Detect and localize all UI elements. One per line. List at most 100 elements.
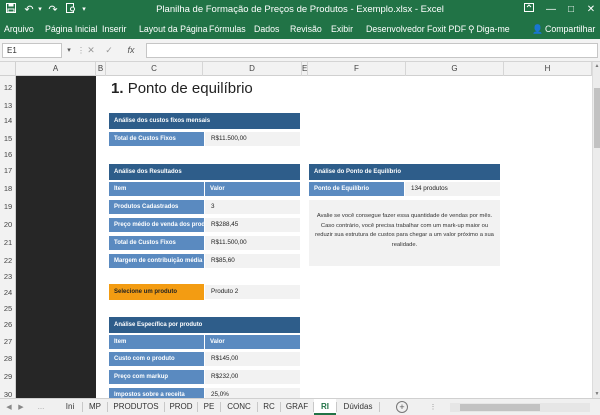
row-header-18[interactable]: 18 [0,180,15,198]
results-row-value[interactable]: R$85,60 [205,254,300,268]
product-select[interactable]: Produto 2 [205,285,300,299]
scroll-up-icon[interactable]: ▲ [593,62,600,70]
sheet-tab-conc[interactable]: CONC [221,399,257,415]
sheet-grid[interactable]: 1. Ponto de equilíbrio Análise dos custo… [96,76,592,398]
specific-col-item[interactable]: Item [109,335,204,349]
enter-icon[interactable]: ✓ [102,43,116,58]
cancel-icon[interactable]: ✕ [84,43,98,58]
sheet-tab-ini[interactable]: Ini [58,399,82,415]
row-header-12[interactable]: 12 [0,76,15,99]
results-row-value[interactable]: 3 [205,200,300,214]
close-button[interactable]: ✕ [583,2,599,18]
scroll-down-icon[interactable]: ▼ [593,390,600,398]
row-header-22[interactable]: 22 [0,252,15,270]
results-row-label[interactable]: Margem de contribuição média [109,254,204,268]
sheet-tab-graf[interactable]: GRAF [281,399,313,415]
prev-sheet-icon[interactable]: ◀ [4,402,14,413]
vertical-scrollbar[interactable]: ▲ ▼ [592,62,600,398]
row-header-19[interactable]: 19 [0,198,15,216]
maximize-button[interactable]: □ [563,2,579,18]
specific-row-label[interactable]: Impostos sobre a receita [109,388,204,398]
break-even-header[interactable]: Análise do Ponto de Equilíbrio [309,164,500,180]
column-header-c[interactable]: C [106,62,203,76]
add-sheet-icon[interactable]: + [396,401,408,413]
row-header-17[interactable]: 17 [0,162,15,180]
horizontal-scrollbar[interactable] [450,403,590,412]
break-even-label[interactable]: Ponto de Equilíbrio [309,182,404,196]
row-header-24[interactable]: 24 [0,284,15,302]
tab-split-handle-icon[interactable]: ⋮ [428,402,438,413]
specific-header[interactable]: Análise Específica por produto [109,317,300,333]
more-sheets-icon[interactable]: … [36,402,46,413]
tab-foxit-pdf[interactable]: Foxit PDF [427,20,466,39]
tab-pagina-inicial[interactable]: Página Inicial [45,20,97,39]
results-row-label[interactable]: Produtos Cadastrados [109,200,204,214]
break-even-value[interactable]: 134 produtos [405,182,500,196]
results-col-value[interactable]: Valor [205,182,300,196]
next-sheet-icon[interactable]: ▶ [16,402,26,413]
specific-row-label[interactable]: Preço com markup [109,370,204,384]
results-col-item[interactable]: Item [109,182,204,196]
sheet-tab-mp[interactable]: MP [83,399,107,415]
select-product-label[interactable]: Selecione um produto [109,284,204,300]
tab-formulas[interactable]: Fórmulas [209,20,246,39]
row-header-30[interactable]: 30 [0,386,15,398]
tab-dados[interactable]: Dados [254,20,279,39]
specific-row-value[interactable]: 25,0% [205,388,300,398]
tab-revisao[interactable]: Revisão [290,20,322,39]
tab-inserir[interactable]: Inserir [102,20,126,39]
column-header-d[interactable]: D [203,62,302,76]
row-header-21[interactable]: 21 [0,234,15,252]
specific-row-label[interactable]: Custo com o produto [109,352,204,366]
row-header-26[interactable]: 26 [0,316,15,333]
specific-row-value[interactable]: R$145,00 [205,352,300,366]
fixed-costs-header[interactable]: Análise dos custos fixos mensais [109,113,300,129]
results-row-value[interactable]: R$11.500,00 [205,236,300,250]
break-even-note[interactable]: Avalie se você consegue fazer essa quant… [309,200,500,266]
row-header-16[interactable]: 16 [0,148,15,162]
sheet-tab-duvidas[interactable]: Dúvidas [337,399,379,415]
sheet-tab-ri[interactable]: RI [314,399,336,415]
row-header-14[interactable]: 14 [0,113,15,129]
tab-desenvolvedor[interactable]: Desenvolvedor [366,20,425,39]
vertical-scroll-thumb[interactable] [594,88,600,148]
share-button[interactable]: 👤 Compartilhar [532,20,595,39]
row-header-29[interactable]: 29 [0,368,15,386]
formula-input[interactable] [146,43,598,58]
name-box[interactable]: E1 [2,43,62,58]
fixed-costs-value[interactable]: R$11.500,00 [205,132,300,146]
fixed-costs-label[interactable]: Total de Custos Fixos [109,132,204,146]
name-box-dropdown-icon[interactable]: ▾ [64,43,74,58]
sheet-tab-pe[interactable]: PE [198,399,220,415]
sheet-tab-prod[interactable]: PROD [165,399,197,415]
results-row-value[interactable]: R$288,45 [205,218,300,232]
select-all-corner[interactable] [0,62,16,76]
sheet-tab-rc[interactable]: RC [258,399,280,415]
row-header-13[interactable]: 13 [0,99,15,113]
row-header-25[interactable]: 25 [0,302,15,316]
specific-row-value[interactable]: R$232,00 [205,370,300,384]
row-header-28[interactable]: 28 [0,350,15,368]
specific-col-value[interactable]: Valor [205,335,300,349]
row-header-27[interactable]: 27 [0,333,15,350]
tell-me-search[interactable]: ⚲ Diga-me [468,20,510,39]
tab-layout-da-pagina[interactable]: Layout da Página [139,20,207,39]
function-icon[interactable]: fx [124,43,138,58]
column-header-f[interactable]: F [308,62,406,76]
column-header-g[interactable]: G [406,62,504,76]
sheet-tab-produtos[interactable]: PRODUTOS [108,399,164,415]
row-header-15[interactable]: 15 [0,129,15,148]
row-header-20[interactable]: 20 [0,216,15,234]
ribbon-display-icon[interactable] [521,2,537,18]
results-row-label[interactable]: Preço médio de venda dos produtos [109,218,204,232]
tab-exibir[interactable]: Exibir [331,20,353,39]
column-header-h[interactable]: H [504,62,592,76]
column-header-a[interactable]: A [16,62,96,76]
tab-arquivo[interactable]: Arquivo [4,20,34,39]
column-header-b[interactable]: B [96,62,106,76]
results-row-label[interactable]: Total de Custos Fixos [109,236,204,250]
horizontal-scroll-thumb[interactable] [460,404,540,411]
results-header[interactable]: Análise dos Resultados [109,164,300,180]
minimize-button[interactable]: — [543,2,559,18]
row-header-23[interactable]: 23 [0,270,15,284]
